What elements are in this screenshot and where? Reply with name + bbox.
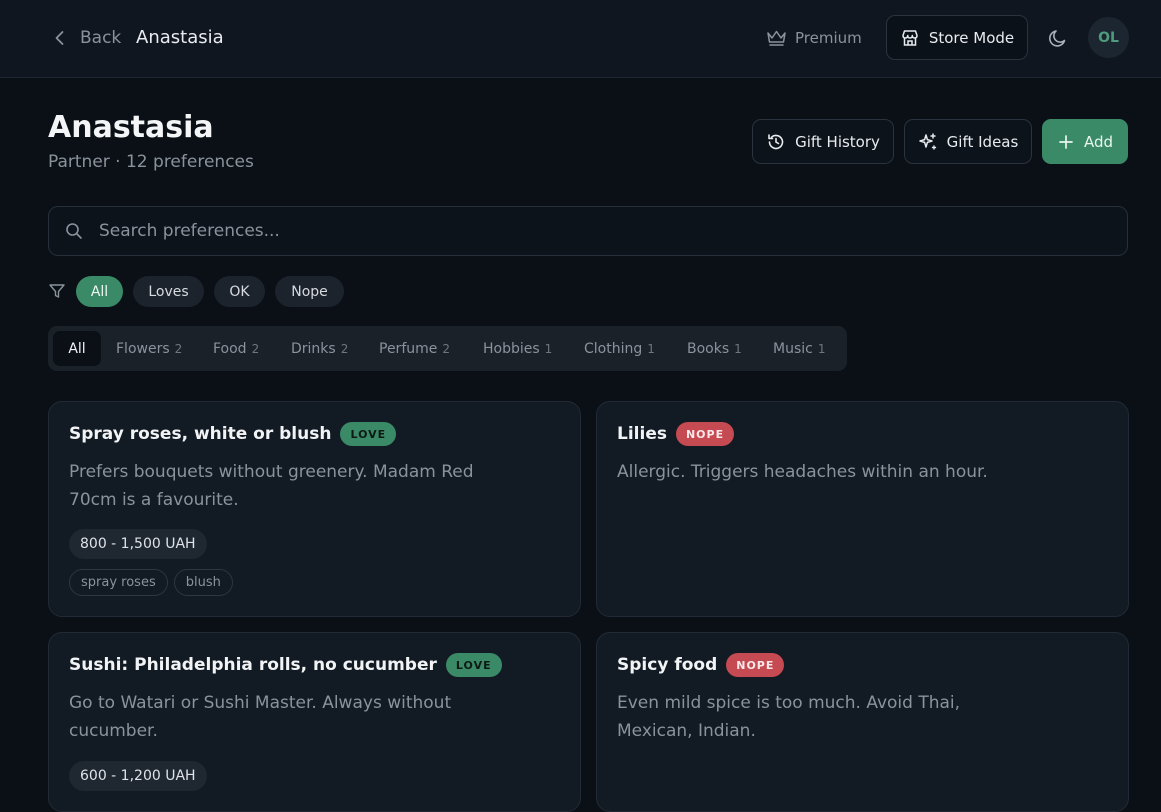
search-input[interactable] [99, 221, 1127, 241]
tab-label: Clothing [584, 340, 643, 357]
card-title: Sushi: Philadelphia rolls, no cucumber [69, 655, 437, 675]
filter-nope[interactable]: Nope [275, 276, 344, 307]
back-label: Back [80, 28, 122, 48]
nope-badge: NOPE [726, 653, 785, 677]
price-range: 800 - 1,500 UAH [69, 529, 207, 559]
plus-icon [1057, 133, 1075, 151]
love-badge: LOVE [445, 653, 502, 677]
top-header: Back Anastasia Premium Store Mode OL [0, 0, 1161, 78]
premium-link[interactable]: Premium [766, 24, 862, 52]
tab-label: All [68, 340, 86, 357]
card-description: Even mild spice is too much. Avoid Thai,… [617, 693, 961, 741]
store-mode-label: Store Mode [928, 28, 1015, 47]
history-icon [766, 132, 786, 152]
tab-books[interactable]: Books 1 [687, 331, 742, 366]
category-tabs: All Flowers 2 Food 2 Drinks 2 Perfume 2 … [48, 326, 847, 371]
filter-icon [48, 282, 66, 300]
preference-card[interactable]: Lilies NOPE Allergic. Triggers headaches… [596, 401, 1129, 617]
tab-count: 1 [544, 341, 553, 356]
tab-food[interactable]: Food 2 [213, 331, 259, 366]
tab-count: 1 [734, 341, 742, 356]
store-icon [900, 28, 920, 48]
tab-all[interactable]: All [53, 331, 101, 366]
tab-count: 2 [251, 341, 260, 356]
preference-card[interactable]: Spray roses, white or blush LOVE Prefers… [48, 401, 581, 617]
gift-history-label: Gift History [795, 132, 880, 151]
tab-clothing[interactable]: Clothing 1 [584, 331, 655, 366]
tab-drinks[interactable]: Drinks 2 [291, 331, 348, 366]
card-description: Go to Watari or Sushi Master. Always wit… [69, 693, 452, 741]
avatar[interactable]: OL [1088, 17, 1129, 58]
card-description: Allergic. Triggers headaches within an h… [617, 462, 988, 482]
store-mode-button[interactable]: Store Mode [886, 15, 1028, 60]
tab-label: Flowers [116, 340, 170, 357]
page-subtitle: Partner · 12 preferences [48, 152, 254, 172]
tag-chip: spray roses [69, 569, 168, 596]
tab-count: 2 [174, 341, 183, 356]
add-button[interactable]: Add [1042, 119, 1128, 164]
filter-ok[interactable]: OK [214, 276, 265, 307]
crown-icon [766, 29, 787, 47]
premium-label: Premium [795, 29, 862, 47]
gift-history-button[interactable]: Gift History [752, 119, 894, 164]
love-badge: LOVE [340, 422, 397, 446]
gift-ideas-label: Gift Ideas [946, 132, 1019, 151]
preference-card[interactable]: Spicy food NOPE Even mild spice is too m… [596, 632, 1129, 812]
tab-hobbies[interactable]: Hobbies 1 [483, 331, 552, 366]
chevron-left-icon [50, 28, 70, 48]
tab-flowers[interactable]: Flowers 2 [116, 331, 182, 366]
tab-label: Hobbies [483, 340, 540, 357]
card-title: Lilies [617, 424, 667, 444]
tab-label: Music [773, 340, 813, 357]
tab-count: 2 [442, 341, 451, 356]
tab-label: Books [687, 340, 730, 357]
search-bar [48, 206, 1128, 256]
tab-label: Perfume [379, 340, 438, 357]
card-title: Spray roses, white or blush [69, 424, 332, 444]
tab-perfume[interactable]: Perfume 2 [379, 331, 450, 366]
filter-all[interactable]: All [76, 276, 123, 307]
card-description: Prefers bouquets without greenery. Madam… [69, 462, 474, 510]
nope-badge: NOPE [675, 422, 735, 446]
tab-label: Drinks [291, 340, 336, 357]
tag-chip: blush [173, 569, 233, 596]
tab-label: Food [213, 340, 247, 357]
breadcrumb-profile-name: Anastasia [136, 27, 224, 48]
tab-music[interactable]: Music 1 [773, 331, 825, 366]
tab-count: 2 [340, 341, 349, 356]
add-label: Add [1083, 132, 1114, 151]
sparkles-icon [918, 132, 938, 152]
tab-count: 1 [817, 341, 826, 356]
search-icon [65, 222, 83, 240]
back-button[interactable]: Back [50, 24, 121, 52]
page-title: Anastasia [48, 110, 214, 145]
moon-icon[interactable] [1047, 27, 1069, 49]
card-title: Spicy food [617, 655, 718, 675]
preference-card[interactable]: Sushi: Philadelphia rolls, no cucumber L… [48, 632, 581, 812]
filter-loves[interactable]: Loves [133, 276, 204, 307]
price-range: 600 - 1,200 UAH [69, 761, 207, 791]
gift-ideas-button[interactable]: Gift Ideas [904, 119, 1032, 164]
tab-count: 1 [647, 341, 655, 356]
